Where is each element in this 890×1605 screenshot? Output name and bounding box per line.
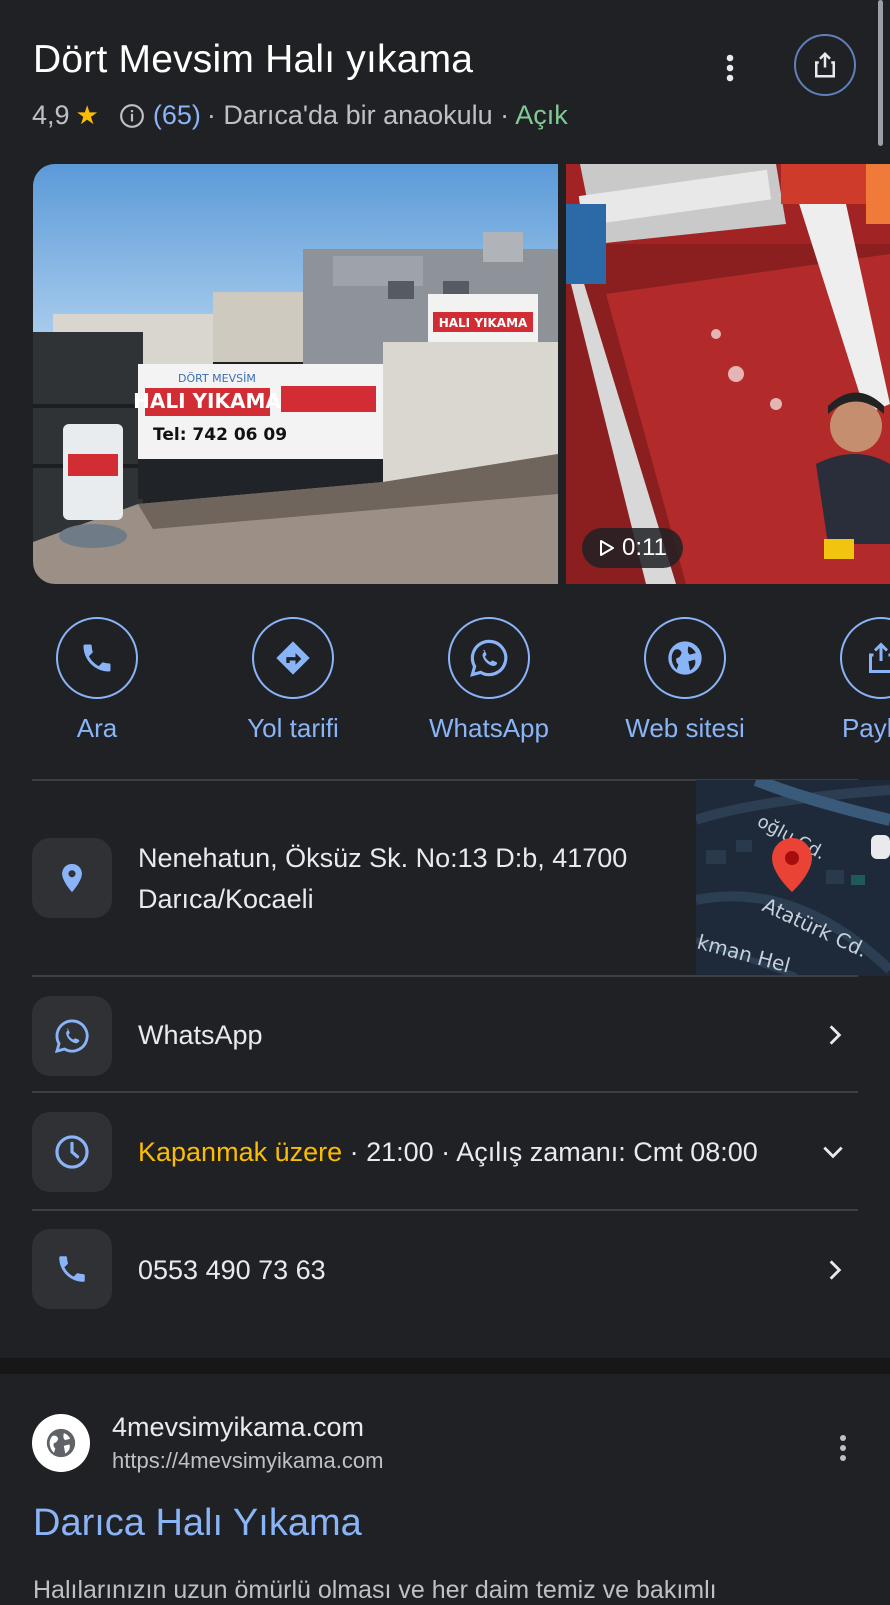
star-icon: ★ [75, 100, 99, 130]
location-pin-icon [62, 863, 82, 893]
directions-icon [276, 641, 310, 675]
site-favicon[interactable] [32, 1414, 90, 1472]
share-icon [815, 51, 835, 78]
action-share[interactable]: Paylaş [806, 617, 890, 744]
address-text[interactable]: Nenehatun, Öksüz Sk. No:13 D:b, 41700 Da… [138, 838, 627, 920]
hours-text[interactable]: Kapanmak üzere · 21:00 · Açılış zamanı: … [138, 1132, 758, 1173]
info-icon[interactable] [119, 103, 145, 129]
play-icon [600, 540, 614, 556]
phone-icon [83, 644, 111, 672]
result-title-link[interactable]: Darıca Halı Yıkama [33, 1502, 362, 1545]
address-line1: Nenehatun, Öksüz Sk. No:13 D:b, 41700 [138, 843, 628, 873]
action-whatsapp-label: WhatsApp [429, 713, 549, 743]
whatsapp-row-label[interactable]: WhatsApp [138, 1015, 263, 1056]
more-vert-icon[interactable] [718, 50, 742, 86]
header-share-button[interactable] [794, 34, 856, 96]
divider [32, 1091, 858, 1093]
site-name[interactable]: 4mevsimyikama.com [112, 1412, 364, 1443]
phone-icon [59, 1256, 85, 1282]
action-website-label: Web sitesi [625, 713, 745, 743]
review-count-link[interactable]: (65) [153, 100, 201, 131]
whatsapp-icon-tile [32, 996, 112, 1076]
action-call[interactable]: Ara [22, 617, 172, 744]
place-category: · Darıca'da bir anaokulu · [206, 100, 510, 130]
gate-sign-phone: Tel: 742 06 09 [153, 425, 287, 445]
phone-icon-tile [32, 1229, 112, 1309]
building-sign-text: HALI YIKAMA [439, 316, 528, 330]
hours-detail: · 21:00 · Açılış zamanı: Cmt 08:00 [342, 1137, 758, 1167]
place-subline: 4,9 ★ (65) · Darıca'da bir anaokulu · Aç… [32, 100, 568, 131]
divider [32, 1209, 858, 1211]
site-url[interactable]: https://4mevsimyikama.com [112, 1448, 383, 1474]
action-share-label: Paylaş [841, 713, 890, 743]
call-circle[interactable] [56, 617, 138, 699]
map-thumbnail[interactable]: oğlu Cd. Atatürk Cd. kman Hel [696, 780, 890, 976]
action-website[interactable]: Web sitesi [610, 617, 760, 744]
place-photo-storefront[interactable]: HALI YIKAMA DÖRT MEVSİM HALI YIKAMA Tel:… [33, 164, 558, 584]
share-circle[interactable] [840, 617, 890, 699]
action-call-label: Ara [76, 713, 118, 743]
chevron-down-icon[interactable] [820, 1139, 846, 1165]
whatsapp-circle[interactable] [448, 617, 530, 699]
hours-status: Kapanmak üzere [138, 1137, 343, 1167]
scrollbar[interactable] [878, 0, 883, 146]
address-line2: Darıca/Kocaeli [138, 884, 314, 914]
action-directions-label: Yol tarifi [247, 713, 339, 743]
chevron-right-icon[interactable] [822, 1022, 848, 1048]
rating-value: 4,9 [32, 100, 70, 130]
result-snippet: Halılarınızın uzun ömürlü olması ve her … [33, 1576, 717, 1604]
chevron-right-icon[interactable] [822, 1257, 848, 1283]
globe-icon [46, 1428, 76, 1458]
gate-sign-text: HALI YIKAMA [133, 389, 281, 413]
directions-circle[interactable] [252, 617, 334, 699]
open-status: Açık [515, 100, 568, 130]
whatsapp-icon [470, 639, 508, 677]
website-circle[interactable] [644, 617, 726, 699]
place-video-thumbnail[interactable] [566, 164, 890, 584]
more-vert-icon[interactable] [834, 1430, 852, 1466]
place-title: Dört Mevsim Halı yıkama [33, 38, 474, 81]
globe-icon [668, 641, 702, 675]
divider [32, 975, 858, 977]
address-icon-tile [32, 838, 112, 918]
gate-sign-brand: DÖRT MEVSİM [178, 372, 256, 385]
clock-icon [55, 1135, 89, 1169]
video-duration-badge: 0:11 [582, 528, 683, 568]
video-duration: 0:11 [622, 534, 667, 561]
whatsapp-icon [54, 1019, 89, 1054]
hours-icon-tile [32, 1112, 112, 1192]
action-directions[interactable]: Yol tarifi [218, 617, 368, 744]
section-separator [0, 1358, 890, 1374]
action-whatsapp[interactable]: WhatsApp [414, 617, 564, 744]
phone-number[interactable]: 0553 490 73 63 [138, 1250, 326, 1291]
share-icon [869, 642, 890, 673]
